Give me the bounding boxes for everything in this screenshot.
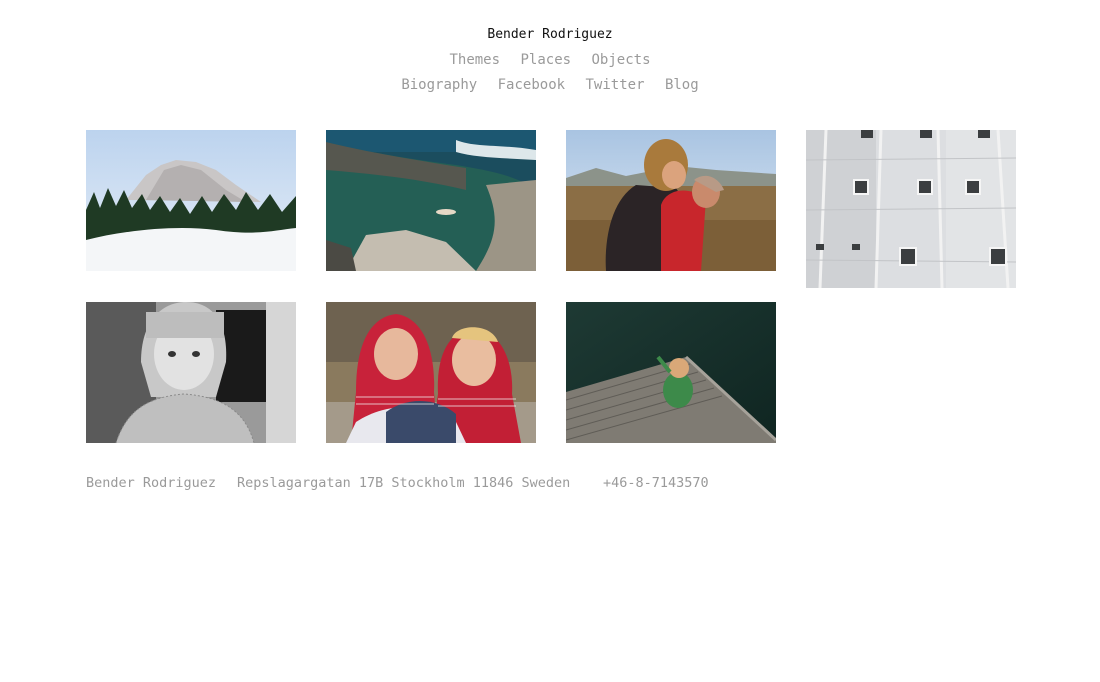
nav-objects-link[interactable]: Objects xyxy=(592,52,651,68)
nav-themes-link[interactable]: Themes xyxy=(449,52,500,68)
nav-places-link[interactable]: Places xyxy=(520,52,571,68)
footer-name: Bender Rodriguez xyxy=(86,475,217,491)
site-title[interactable]: Bender Rodriguez xyxy=(0,27,1100,43)
two-children-red-hoodies-photo[interactable] xyxy=(326,302,536,443)
primary-nav: Themes Places Objects xyxy=(0,51,1100,69)
secondary-nav: Biography Facebook Twitter Blog xyxy=(0,76,1100,94)
footer-address: Repslagargatan 17B Stockholm 11846 Swede… xyxy=(237,475,571,491)
child-on-wooden-dock-photo[interactable] xyxy=(566,302,776,443)
footer-phone: +46-8-7143570 xyxy=(603,475,709,491)
nav-twitter-link[interactable]: Twitter xyxy=(586,77,645,93)
rocky-coast-swimmer-photo[interactable] xyxy=(326,130,536,271)
nav-facebook-link[interactable]: Facebook xyxy=(498,77,565,93)
girl-black-white-portrait-photo[interactable] xyxy=(86,302,296,443)
mother-hugging-child-photo[interactable] xyxy=(566,130,776,271)
white-building-facade-photo[interactable] xyxy=(806,130,1016,288)
nav-blog-link[interactable]: Blog xyxy=(665,77,699,93)
nav-biography-link[interactable]: Biography xyxy=(401,77,477,93)
mountain-forest-snow-photo[interactable] xyxy=(86,130,296,271)
